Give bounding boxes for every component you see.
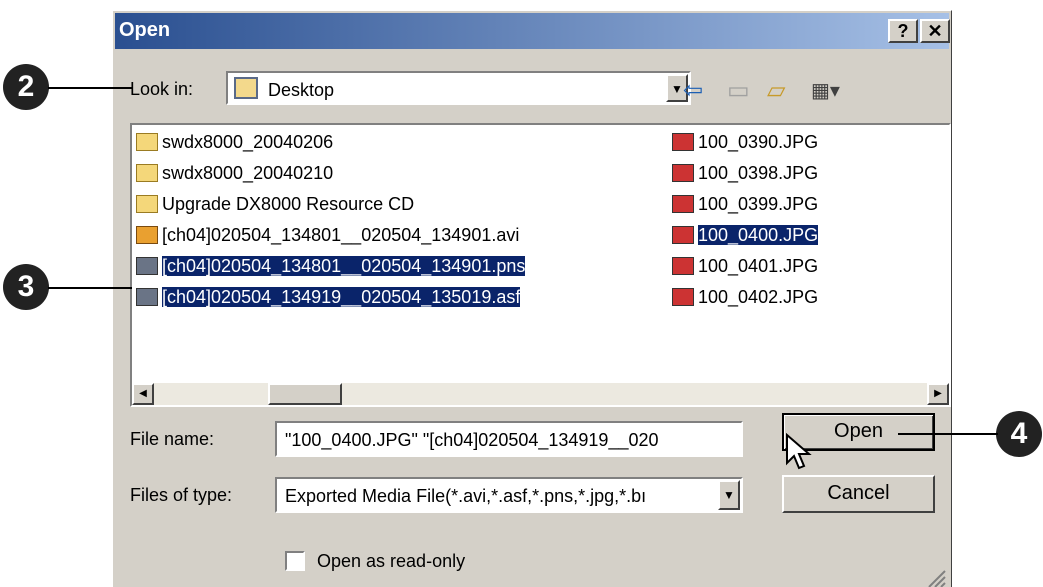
file-name: 100_0400.JPG xyxy=(698,225,819,245)
file-list-item[interactable]: swdx8000_20040210 xyxy=(136,162,333,184)
view-menu-icon[interactable]: ▦▾ xyxy=(811,77,840,105)
read-only-label: Open as read-only xyxy=(317,551,466,571)
read-only-checkbox[interactable] xyxy=(285,551,305,571)
help-button[interactable]: ? xyxy=(888,19,918,43)
file-list-item[interactable]: 100_0402.JPG xyxy=(672,286,818,308)
file-name: 100_0390.JPG xyxy=(698,132,819,152)
image-file-icon xyxy=(672,164,694,182)
file-list-item[interactable]: [ch04]020504_134801__020504_134901.avi xyxy=(136,224,519,246)
callout-3: 3 xyxy=(3,264,49,310)
resize-grip-icon[interactable] xyxy=(923,567,947,587)
file-name: 100_0401.JPG xyxy=(698,256,819,276)
folder-icon xyxy=(136,195,158,213)
chevron-down-icon[interactable]: ▼ xyxy=(718,480,740,510)
desktop-icon xyxy=(234,77,258,99)
file-name: [ch04]020504_134801__020504_134901.pns xyxy=(162,256,526,276)
look-in-label: Look in: xyxy=(130,79,194,99)
file-list-item[interactable]: swdx8000_20040206 xyxy=(136,131,333,153)
files-of-type-value: Exported Media File(*.avi,*.asf,*.pns,*.… xyxy=(285,486,647,506)
file-list-item[interactable]: 100_0401.JPG xyxy=(672,255,818,277)
file-list-item[interactable]: [ch04]020504_134919__020504_135019.asf xyxy=(136,286,521,308)
folder-icon xyxy=(136,133,158,151)
image-file-icon xyxy=(672,288,694,306)
file-list-item[interactable]: [ch04]020504_134801__020504_134901.pns xyxy=(136,255,526,277)
up-folder-icon[interactable]: ▭ xyxy=(727,77,750,105)
file-list-item[interactable]: Upgrade DX8000 Resource CD xyxy=(136,193,414,215)
image-file-icon xyxy=(672,226,694,244)
file-name-label: File name: xyxy=(130,429,215,449)
open-dialog: Open ? ✕ Look in: Desktop ▼ ⇦ ▭ ▱ ▦▾ swd… xyxy=(112,10,952,587)
file-name: [ch04]020504_134919__020504_135019.asf xyxy=(162,287,521,307)
callout-3-line xyxy=(48,287,132,289)
scroll-thumb[interactable] xyxy=(268,383,342,405)
scroll-left-icon[interactable]: ◀ xyxy=(132,383,154,405)
new-folder-icon[interactable]: ▱ xyxy=(767,77,785,105)
dialog-title: Open xyxy=(119,19,171,41)
file-name: Upgrade DX8000 Resource CD xyxy=(162,194,415,214)
look-in-combo[interactable]: Desktop ▼ xyxy=(226,71,691,105)
back-icon[interactable]: ⇦ xyxy=(683,77,703,105)
file-name: 100_0402.JPG xyxy=(698,287,819,307)
image-file-icon xyxy=(672,195,694,213)
files-of-type-select[interactable]: Exported Media File(*.avi,*.asf,*.pns,*.… xyxy=(275,477,743,513)
file-name: 100_0398.JPG xyxy=(698,163,819,183)
callout-2: 2 xyxy=(3,64,49,110)
file-list-item[interactable]: 100_0399.JPG xyxy=(672,193,818,215)
pns-file-icon xyxy=(136,257,158,275)
file-name-value: "100_0400.JPG" "[ch04]020504_134919__020 xyxy=(285,430,659,450)
look-in-value: Desktop xyxy=(268,80,335,100)
file-name: swdx8000_20040206 xyxy=(162,132,334,152)
video-file-icon xyxy=(136,226,158,244)
file-list[interactable]: swdx8000_20040206 swdx8000_20040210 Upgrad… xyxy=(130,123,951,407)
callout-2-line xyxy=(48,87,132,89)
callout-4: 4 xyxy=(996,411,1042,457)
asf-file-icon xyxy=(136,288,158,306)
scroll-right-icon[interactable]: ▶ xyxy=(927,383,949,405)
cancel-button[interactable]: Cancel xyxy=(782,475,935,513)
file-name: swdx8000_20040210 xyxy=(162,163,334,183)
files-of-type-label: Files of type: xyxy=(130,485,233,505)
callout-4-line xyxy=(898,433,998,435)
file-name-input[interactable]: "100_0400.JPG" "[ch04]020504_134919__020 xyxy=(275,421,743,457)
image-file-icon xyxy=(672,133,694,151)
title-bar[interactable]: Open ? ✕ xyxy=(115,13,950,49)
file-name: 100_0399.JPG xyxy=(698,194,819,214)
folder-icon xyxy=(136,164,158,182)
file-name: [ch04]020504_134801__020504_134901.avi xyxy=(162,225,520,245)
close-button[interactable]: ✕ xyxy=(920,19,950,43)
horizontal-scrollbar[interactable]: ◀ ▶ xyxy=(132,383,949,405)
mouse-cursor-icon xyxy=(786,433,812,470)
image-file-icon xyxy=(672,257,694,275)
file-list-item[interactable]: 100_0390.JPG xyxy=(672,131,818,153)
file-list-item[interactable]: 100_0398.JPG xyxy=(672,162,818,184)
file-list-item[interactable]: 100_0400.JPG xyxy=(672,224,819,246)
